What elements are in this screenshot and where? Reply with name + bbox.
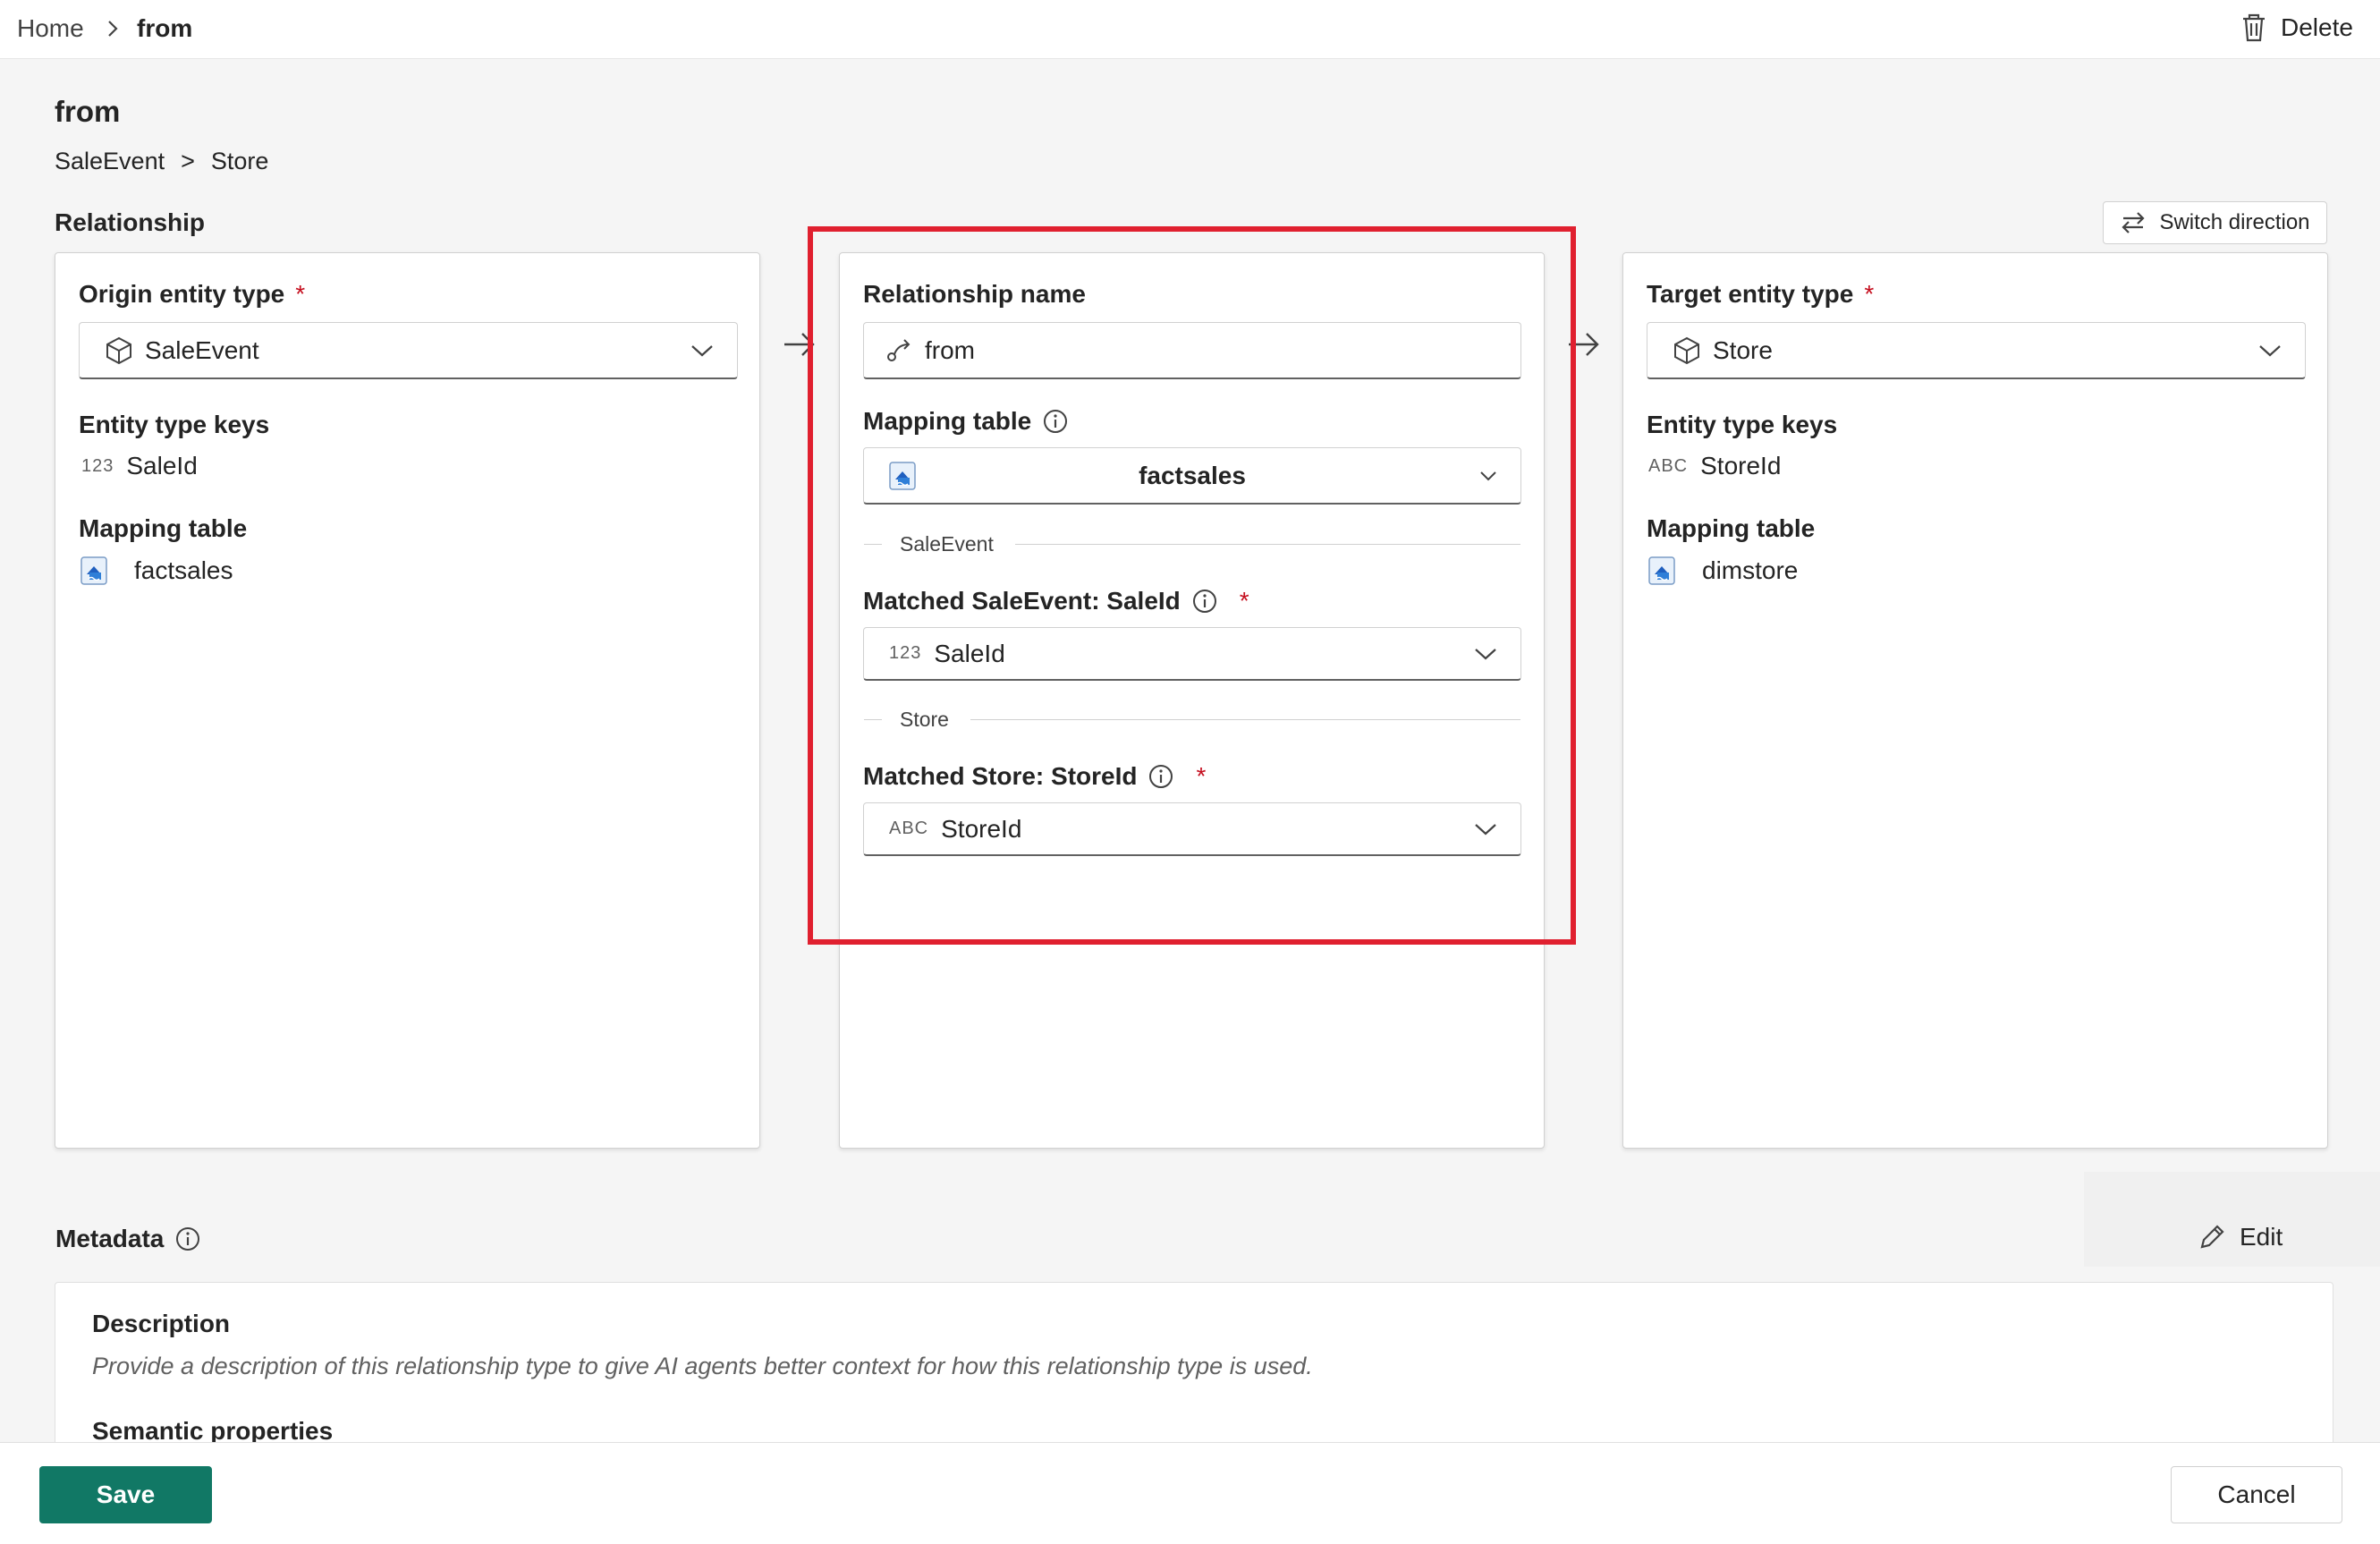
chevron-down-icon: [691, 344, 713, 356]
mapping-table-value: factsales: [1139, 461, 1246, 489]
cube-icon: [106, 336, 131, 364]
origin-mapping-table: factsales: [134, 556, 233, 584]
chevron-down-icon: [1480, 471, 1496, 480]
link-arrow-icon: [887, 338, 910, 361]
target-entity-value: Store: [1713, 335, 1773, 364]
chevron-right-icon: [108, 21, 118, 37]
target-mapping-row: dimstore: [1648, 556, 1798, 585]
pencil-icon: [2200, 1225, 2224, 1249]
chevron-down-icon: [2259, 344, 2281, 356]
number-type-icon: 123: [889, 643, 922, 663]
matched-saleevent-value: SaleId: [934, 639, 1005, 667]
origin-key-name: SaleId: [126, 452, 198, 479]
path-target: Store: [210, 148, 269, 174]
target-entity-dropdown[interactable]: Store: [1647, 322, 2306, 379]
path-origin: SaleEvent: [55, 148, 165, 174]
origin-entity-value: SaleEvent: [145, 335, 259, 364]
footer-bar: Save Cancel: [0, 1442, 2380, 1544]
delete-label: Delete: [2281, 13, 2353, 41]
group-label: SaleEvent: [900, 532, 994, 556]
text-type-icon: ABC: [889, 819, 929, 838]
arrow-right-icon: [1569, 333, 1599, 356]
info-icon[interactable]: [174, 1226, 201, 1252]
target-mapping-label: Mapping table: [1647, 514, 1816, 542]
target-keys-label: Entity type keys: [1647, 411, 1838, 438]
description-title: Description: [92, 1310, 231, 1337]
required-mark: *: [1239, 587, 1249, 615]
origin-mapping-label: Mapping table: [79, 514, 248, 542]
matched-store-label-text: Matched Store: StoreId: [863, 762, 1138, 790]
target-key-row: ABC StoreId: [1648, 452, 1781, 480]
lakehouse-table-icon: [1648, 556, 1675, 585]
required-mark: *: [1196, 762, 1207, 790]
target-entity-type-label: Target entity type *: [1647, 280, 1874, 309]
relationship-path: SaleEvent > Store: [55, 148, 268, 175]
mapping-table-label: Mapping table: [863, 407, 1069, 436]
origin-keys-label: Entity type keys: [79, 411, 270, 438]
edit-button[interactable]: Edit: [2197, 1222, 2283, 1252]
metadata-title-text: Metadata: [55, 1225, 165, 1252]
metadata-title: Metadata: [55, 1225, 201, 1253]
cancel-button[interactable]: Cancel: [2171, 1466, 2342, 1523]
breadcrumb-home[interactable]: Home: [17, 14, 84, 43]
target-label-text: Target entity type: [1647, 280, 1854, 308]
lakehouse-table-icon: [80, 556, 107, 585]
relationship-name-value: from: [925, 335, 975, 364]
switch-direction-label: Switch direction: [2159, 210, 2310, 234]
mapping-table-label-text: Mapping table: [863, 407, 1032, 435]
origin-label-text: Origin entity type: [79, 280, 285, 308]
matched-store-label: Matched Store: StoreId *: [863, 762, 1206, 791]
matched-store-value: StoreId: [941, 814, 1022, 843]
relationship-name-input[interactable]: from: [863, 322, 1521, 379]
swap-arrows-icon: [2122, 212, 2146, 233]
description-placeholder: Provide a description of this relationsh…: [92, 1353, 1313, 1379]
info-icon[interactable]: [1191, 588, 1218, 615]
required-mark: *: [295, 280, 306, 308]
trash-icon: [2243, 13, 2265, 42]
path-separator: >: [181, 148, 195, 174]
matched-saleevent-label-text: Matched SaleEvent: SaleId: [863, 587, 1181, 615]
matched-store-dropdown[interactable]: ABC StoreId: [863, 802, 1521, 856]
relationship-name-label: Relationship name: [863, 280, 1086, 308]
top-bar: Home from Delete: [0, 0, 2380, 59]
origin-entity-dropdown[interactable]: SaleEvent: [79, 322, 738, 379]
relationship-card: Relationship name from Mapping table fac…: [839, 252, 1545, 1149]
info-icon[interactable]: [1042, 408, 1069, 435]
chevron-down-icon: [1475, 823, 1496, 835]
edit-label: Edit: [2240, 1223, 2283, 1251]
required-mark: *: [1864, 280, 1875, 308]
group-label: Store: [900, 708, 949, 731]
group-divider-saleevent: SaleEvent: [864, 532, 1520, 556]
target-mapping-table: dimstore: [1702, 556, 1799, 584]
info-icon[interactable]: [1148, 763, 1174, 790]
origin-mapping-row: factsales: [80, 556, 233, 585]
number-type-icon: 123: [81, 455, 114, 476]
group-divider-store: Store: [864, 708, 1520, 732]
matched-saleevent-label: Matched SaleEvent: SaleId *: [863, 587, 1249, 615]
delete-button[interactable]: Delete: [2240, 9, 2353, 47]
mapping-table-dropdown[interactable]: factsales: [863, 447, 1521, 505]
origin-key-row: 123 SaleId: [81, 452, 198, 480]
text-type-icon: ABC: [1648, 455, 1689, 476]
page-title: from: [55, 95, 121, 128]
target-entity-card: Target entity type * Store Entity type ke…: [1622, 252, 2328, 1149]
section-title: Relationship: [55, 208, 206, 236]
matched-saleevent-dropdown[interactable]: 123 SaleId: [863, 627, 1521, 681]
chevron-down-icon: [1475, 648, 1496, 659]
origin-entity-card: Origin entity type * SaleEvent Entity typ…: [55, 252, 760, 1149]
origin-entity-type-label: Origin entity type *: [79, 280, 305, 309]
cube-icon: [1674, 336, 1699, 364]
target-key-name: StoreId: [1700, 452, 1782, 479]
breadcrumb-current: from: [137, 14, 193, 42]
arrow-right-icon: [784, 333, 815, 356]
switch-direction-button[interactable]: Switch direction: [2103, 201, 2327, 244]
save-button[interactable]: Save: [39, 1466, 212, 1523]
